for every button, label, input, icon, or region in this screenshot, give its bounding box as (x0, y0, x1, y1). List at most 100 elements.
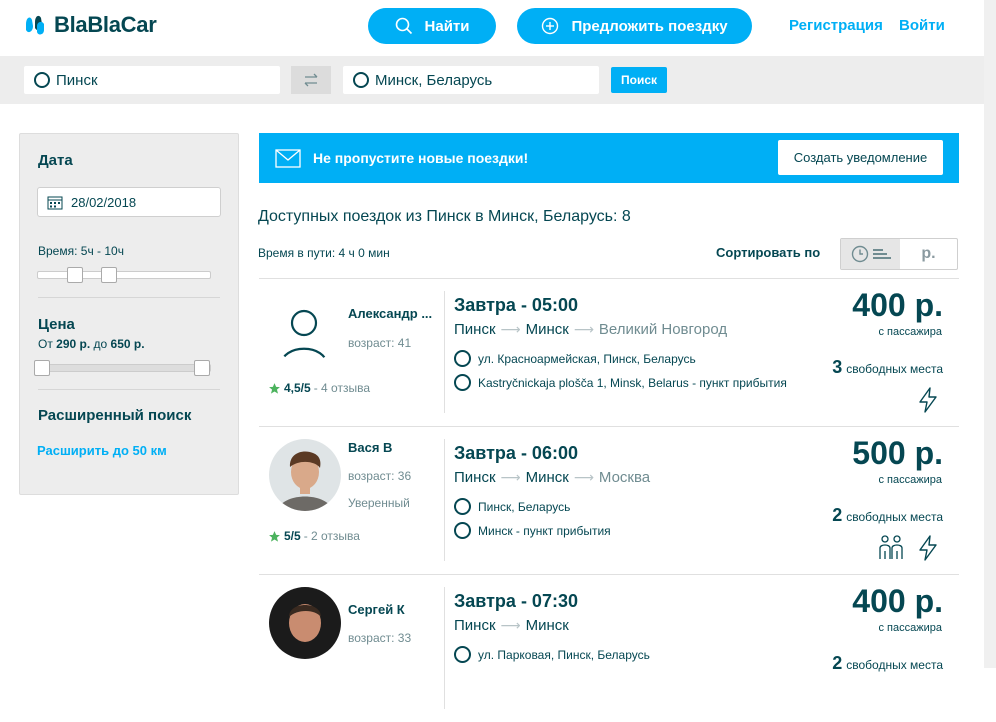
trip-route: Пинск ⟶ Минск ⟶ Москва (454, 469, 650, 486)
trip-route: Пинск ⟶ Минск (454, 617, 569, 634)
price-prefix: От (38, 337, 57, 351)
rating-value: 5/5 (284, 529, 301, 543)
login-link[interactable]: Войти (899, 17, 945, 34)
route-to: Минск (525, 617, 569, 634)
plus-circle-icon (542, 17, 559, 35)
dropoff-address: Минск - пункт прибытия (478, 523, 611, 538)
price-slider-track[interactable] (37, 364, 211, 372)
sort-lines-icon (872, 249, 891, 259)
available-seats: 2 свободных места (832, 653, 943, 674)
driver-rating: 4,5/5 - 4 отзыва (268, 381, 370, 395)
time-slider-max-handle[interactable] (101, 267, 117, 283)
available-seats: 2 свободных места (832, 505, 943, 526)
pickup-point: Пинск, Беларусь (454, 498, 570, 515)
driver-age: возраст: 36 (348, 469, 412, 483)
driver-age: возраст: 41 (348, 336, 412, 350)
offer-ride-label: Предложить поездку (571, 17, 728, 35)
driver-name[interactable]: Вася В (348, 440, 392, 455)
swap-button[interactable] (291, 66, 331, 94)
swap-arrows-icon (304, 73, 318, 87)
calendar-icon (47, 196, 63, 209)
seats-count: 2 (832, 653, 843, 673)
avatar-placeholder (269, 291, 341, 363)
trip-duration: Время в пути: 4 ч 0 мин (258, 246, 390, 260)
seats-label: свободных места (846, 658, 943, 672)
search-bar: Пинск Минск, Беларусь Поиск (0, 56, 984, 104)
alert-banner: Не пропустите новые поездки! Создать уве… (259, 133, 959, 183)
logo-icon (26, 15, 44, 35)
ride-card[interactable]: Александр ... возраст: 41 4,5/5 - 4 отзы… (259, 278, 959, 426)
star-icon (269, 530, 280, 542)
search-button[interactable]: Поиск (611, 67, 667, 93)
route-arrow-icon: ⟶ (573, 469, 594, 485)
divider (444, 439, 445, 561)
price-to: 650 р. (110, 337, 145, 351)
trip-time: Завтра - 05:00 (454, 295, 578, 315)
driver-experience: Уверенный (348, 496, 410, 510)
user-silhouette-icon (280, 309, 328, 363)
destination-circle-icon (353, 72, 369, 88)
route-to: Минск (525, 321, 569, 338)
star-icon (269, 382, 280, 394)
ride-price: 400 р. (852, 583, 943, 619)
find-button[interactable]: Найти (368, 8, 496, 44)
route-arrow-icon: ⟶ (500, 321, 521, 337)
to-input[interactable]: Минск, Беларусь (343, 66, 599, 94)
divider (38, 389, 220, 390)
to-value: Минск, Беларусь (375, 71, 493, 89)
review-count: - 4 отзыва (313, 381, 370, 395)
route-arrow-icon: ⟶ (500, 469, 521, 485)
driver-age: возраст: 33 (348, 631, 412, 645)
time-slider-track[interactable] (37, 271, 211, 279)
logo-text: BlaBlaCar (54, 12, 157, 37)
pickup-address: ул. Парковая, Пинск, Беларусь (478, 647, 650, 662)
price-slider-max-handle[interactable] (194, 360, 210, 376)
dropoff-point: Kastryčnickaja plošča 1, Minsk, Belarus … (454, 374, 787, 391)
sort-by-time-button[interactable] (841, 239, 900, 269)
from-input[interactable]: Пинск (24, 66, 280, 94)
price-slider-min-handle[interactable] (34, 360, 50, 376)
date-value: 28/02/2018 (71, 194, 137, 210)
expand-radius-link[interactable]: Расширить до 50 км (37, 443, 167, 458)
sort-toggle: р. (840, 238, 958, 270)
divider (38, 297, 220, 298)
create-alert-button[interactable]: Создать уведомление (778, 140, 943, 175)
driver-photo-image (269, 587, 341, 659)
route-arrow-icon: ⟶ (573, 321, 594, 337)
price-title: Цена (38, 316, 75, 333)
envelope-icon (275, 148, 301, 168)
results-title: Доступных поездок из Пинск в Минск, Бела… (258, 208, 631, 225)
find-button-label: Найти (424, 17, 470, 35)
sort-by-price-button[interactable]: р. (900, 239, 957, 269)
driver-photo (269, 587, 341, 659)
page-scrollbar[interactable] (984, 0, 996, 668)
date-input[interactable]: 28/02/2018 (37, 187, 221, 217)
instant-booking-icon (919, 387, 937, 413)
ride-card[interactable]: Вася В возраст: 36 Уверенный 5/5 - 2 отз… (259, 426, 959, 574)
route-from: Пинск (454, 321, 496, 338)
route-final: Москва (598, 469, 651, 486)
dropoff-circle-icon (454, 522, 471, 539)
ride-card[interactable]: Сергей К возраст: 33 Завтра - 07:30 Пинс… (259, 574, 959, 722)
sort-label: Сортировать по (716, 245, 821, 260)
ride-price: 500 р. (852, 435, 943, 471)
advanced-search-title: Расширенный поиск (38, 407, 192, 424)
max-two-back-seat-icon (879, 535, 903, 559)
date-title: Дата (38, 152, 73, 169)
seats-count: 3 (832, 357, 843, 377)
driver-name[interactable]: Сергей К (348, 602, 405, 617)
pickup-address: ул. Красноармейская, Пинск, Беларусь (478, 351, 696, 366)
offer-ride-button[interactable]: Предложить поездку (517, 8, 752, 44)
register-link[interactable]: Регистрация (789, 17, 883, 34)
route-from: Пинск (454, 617, 496, 634)
driver-name[interactable]: Александр ... (348, 306, 432, 321)
top-header: BlaBlaCar Найти Предложить поездку Регис… (0, 0, 996, 56)
seats-count: 2 (832, 505, 843, 525)
pickup-circle-icon (454, 646, 471, 663)
trip-route: Пинск ⟶ Минск ⟶ Великий Новгород (454, 321, 727, 338)
divider (444, 587, 445, 709)
blablacar-logo[interactable]: BlaBlaCar (24, 12, 157, 38)
price-from: 290 р. (56, 337, 91, 351)
time-slider-min-handle[interactable] (67, 267, 83, 283)
price-per-passenger: с пассажира (878, 326, 943, 338)
